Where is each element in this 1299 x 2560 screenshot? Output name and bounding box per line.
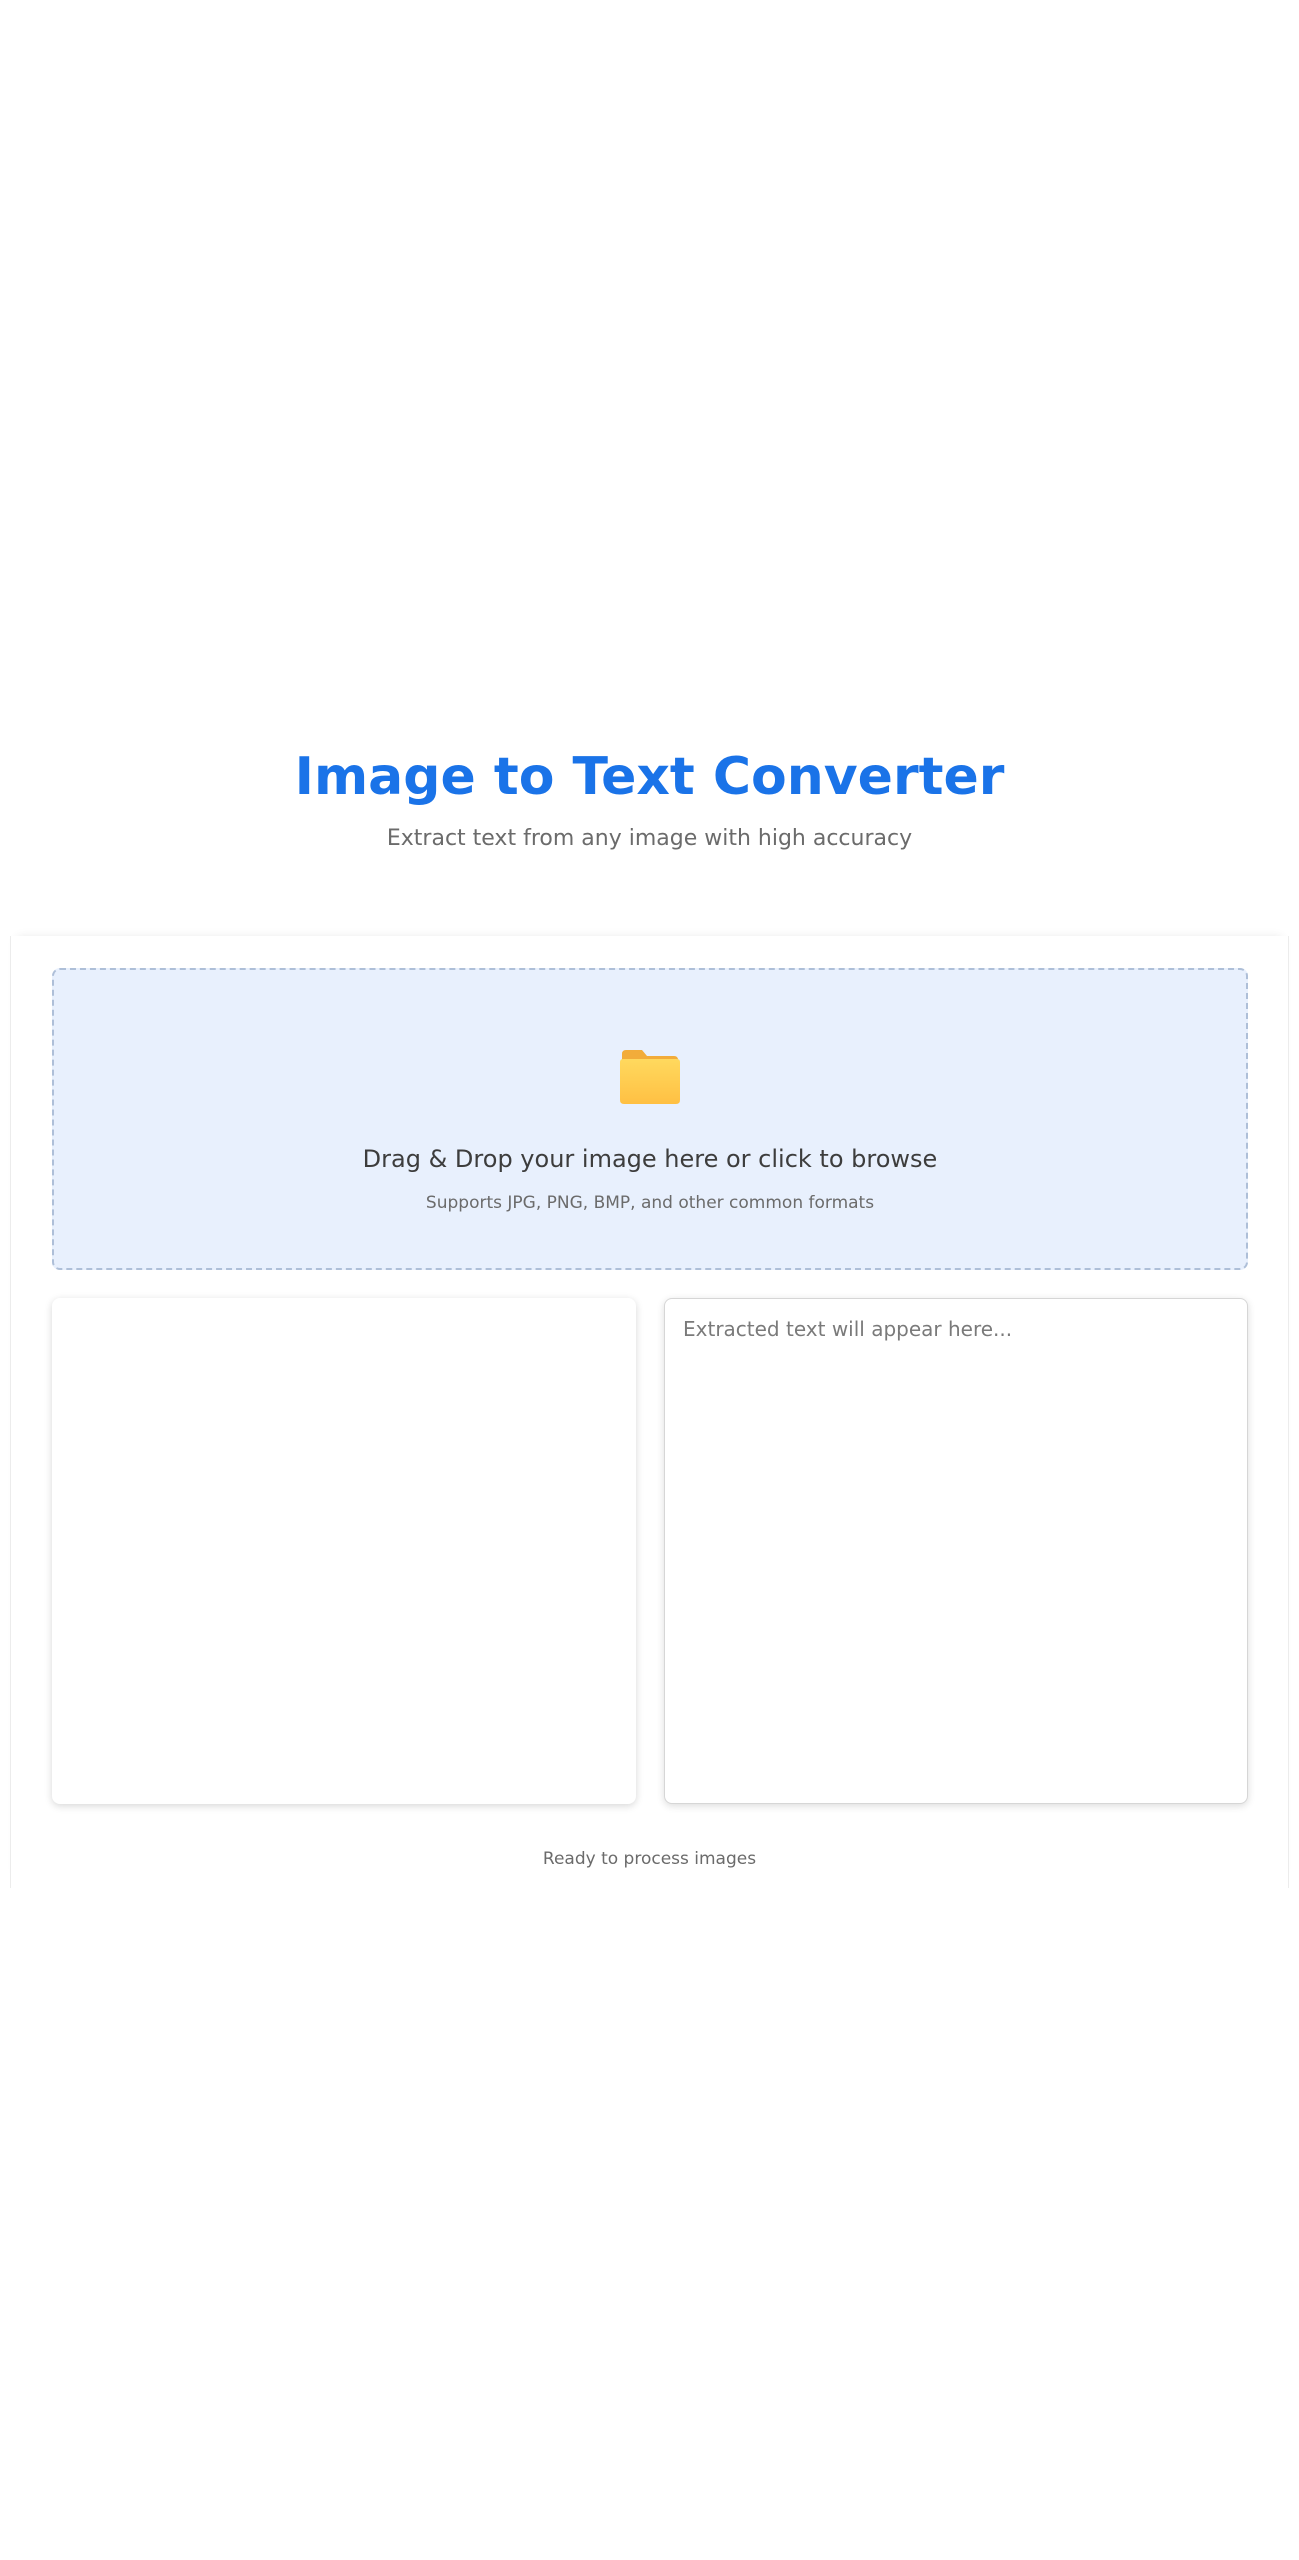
status-text: Ready to process images xyxy=(542,1849,757,1869)
extracted-text-output[interactable] xyxy=(664,1298,1248,1804)
header: Image to Text Converter Extract text fro… xyxy=(0,740,1299,856)
dropzone-title: Drag & Drop your image here or click to … xyxy=(362,1145,938,1173)
image-preview xyxy=(52,1298,636,1804)
page: Image to Text Converter Extract text fro… xyxy=(0,0,1299,2560)
dropzone-formats: Supports JPG, PNG, BMP, and other common… xyxy=(425,1193,875,1213)
page-subtitle: Extract text from any image with high ac… xyxy=(386,826,913,851)
upload-dropzone[interactable]: Drag & Drop your image here or click to … xyxy=(52,968,1248,1270)
folder-icon xyxy=(620,1050,680,1104)
page-title: Image to Text Converter xyxy=(294,747,1005,807)
